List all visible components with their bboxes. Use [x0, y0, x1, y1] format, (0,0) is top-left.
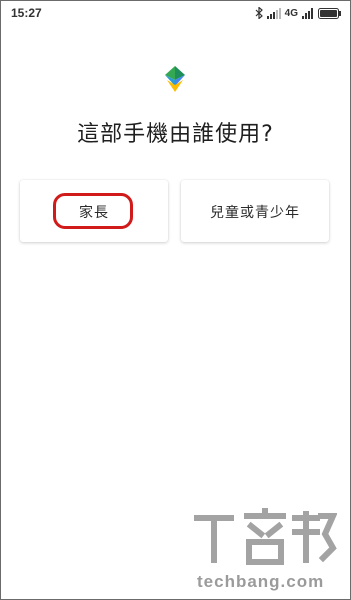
- page-title: 這部手機由誰使用?: [77, 122, 274, 147]
- bluetooth-icon: [255, 4, 263, 23]
- watermark-url: techbang.com: [197, 572, 325, 591]
- family-link-logo: [163, 66, 187, 92]
- battery-icon: [318, 4, 342, 23]
- annotation-highlight-circle: [53, 193, 133, 229]
- status-icons: 4G: [255, 5, 342, 21]
- child-teen-option-button[interactable]: 兒童或青少年: [181, 180, 329, 242]
- signal-icon-secondary: [302, 4, 314, 23]
- status-bar: 15:27 4G: [1, 1, 350, 25]
- watermark-logo: [194, 508, 337, 565]
- watermark: techbang.com: [191, 508, 337, 592]
- signal-icon: [266, 4, 281, 23]
- network-type-label: 4G: [284, 7, 298, 19]
- child-teen-option-label: 兒童或青少年: [210, 205, 300, 221]
- status-time: 15:27: [11, 6, 42, 20]
